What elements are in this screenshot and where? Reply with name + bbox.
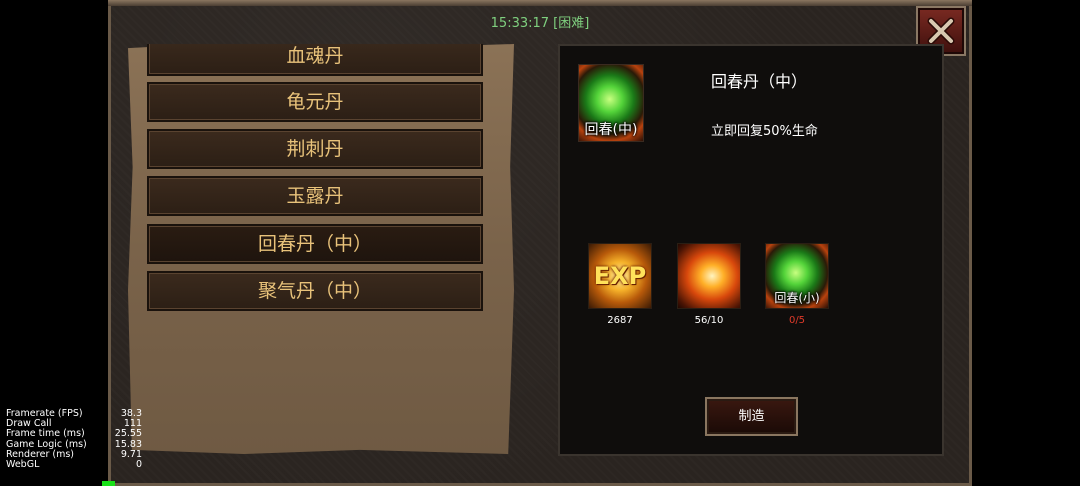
flame-icon	[677, 243, 741, 309]
stat-value: 0	[135, 459, 142, 471]
material-count: 56/10	[694, 315, 724, 326]
material-count: 2687	[607, 315, 633, 326]
list-item[interactable]: 玉露丹	[147, 176, 483, 216]
list-item-selected[interactable]: 回春丹（中）	[147, 224, 483, 264]
list-item[interactable]: 荆刺丹	[147, 129, 483, 169]
recipe-list[interactable]: 血魂丹 龟元丹 荆刺丹 玉露丹 回春丹（中） 聚气丹（中）	[128, 44, 514, 444]
close-icon	[927, 17, 955, 45]
exp-icon: EXP	[588, 243, 652, 309]
exp-glyph: EXP	[593, 262, 647, 290]
stat-label: WebGL	[6, 459, 40, 471]
item-icon-label: 回春(中)	[584, 122, 638, 138]
list-item[interactable]: 龟元丹	[147, 82, 483, 122]
material-count-insufficient: 0/5	[788, 315, 806, 326]
stat-row: WebGL 0	[6, 459, 142, 471]
status-indicator	[102, 481, 115, 486]
make-button[interactable]: 制造	[705, 397, 798, 436]
material-icon-label: 回春(小)	[774, 291, 820, 305]
green-orb-icon: 回春(中)	[578, 64, 644, 142]
window-top-border	[108, 0, 972, 6]
debug-stats: Framerate (FPS) 38.3 Draw Call 111 Frame t…	[6, 408, 142, 471]
green-orb-icon: 回春(小)	[765, 243, 829, 309]
item-description: 立即回复50%生命	[711, 124, 818, 139]
list-item[interactable]: 聚气丹（中）	[147, 271, 483, 311]
item-title: 回春丹（中）	[711, 72, 808, 91]
list-item[interactable]: 血魂丹	[147, 44, 483, 76]
